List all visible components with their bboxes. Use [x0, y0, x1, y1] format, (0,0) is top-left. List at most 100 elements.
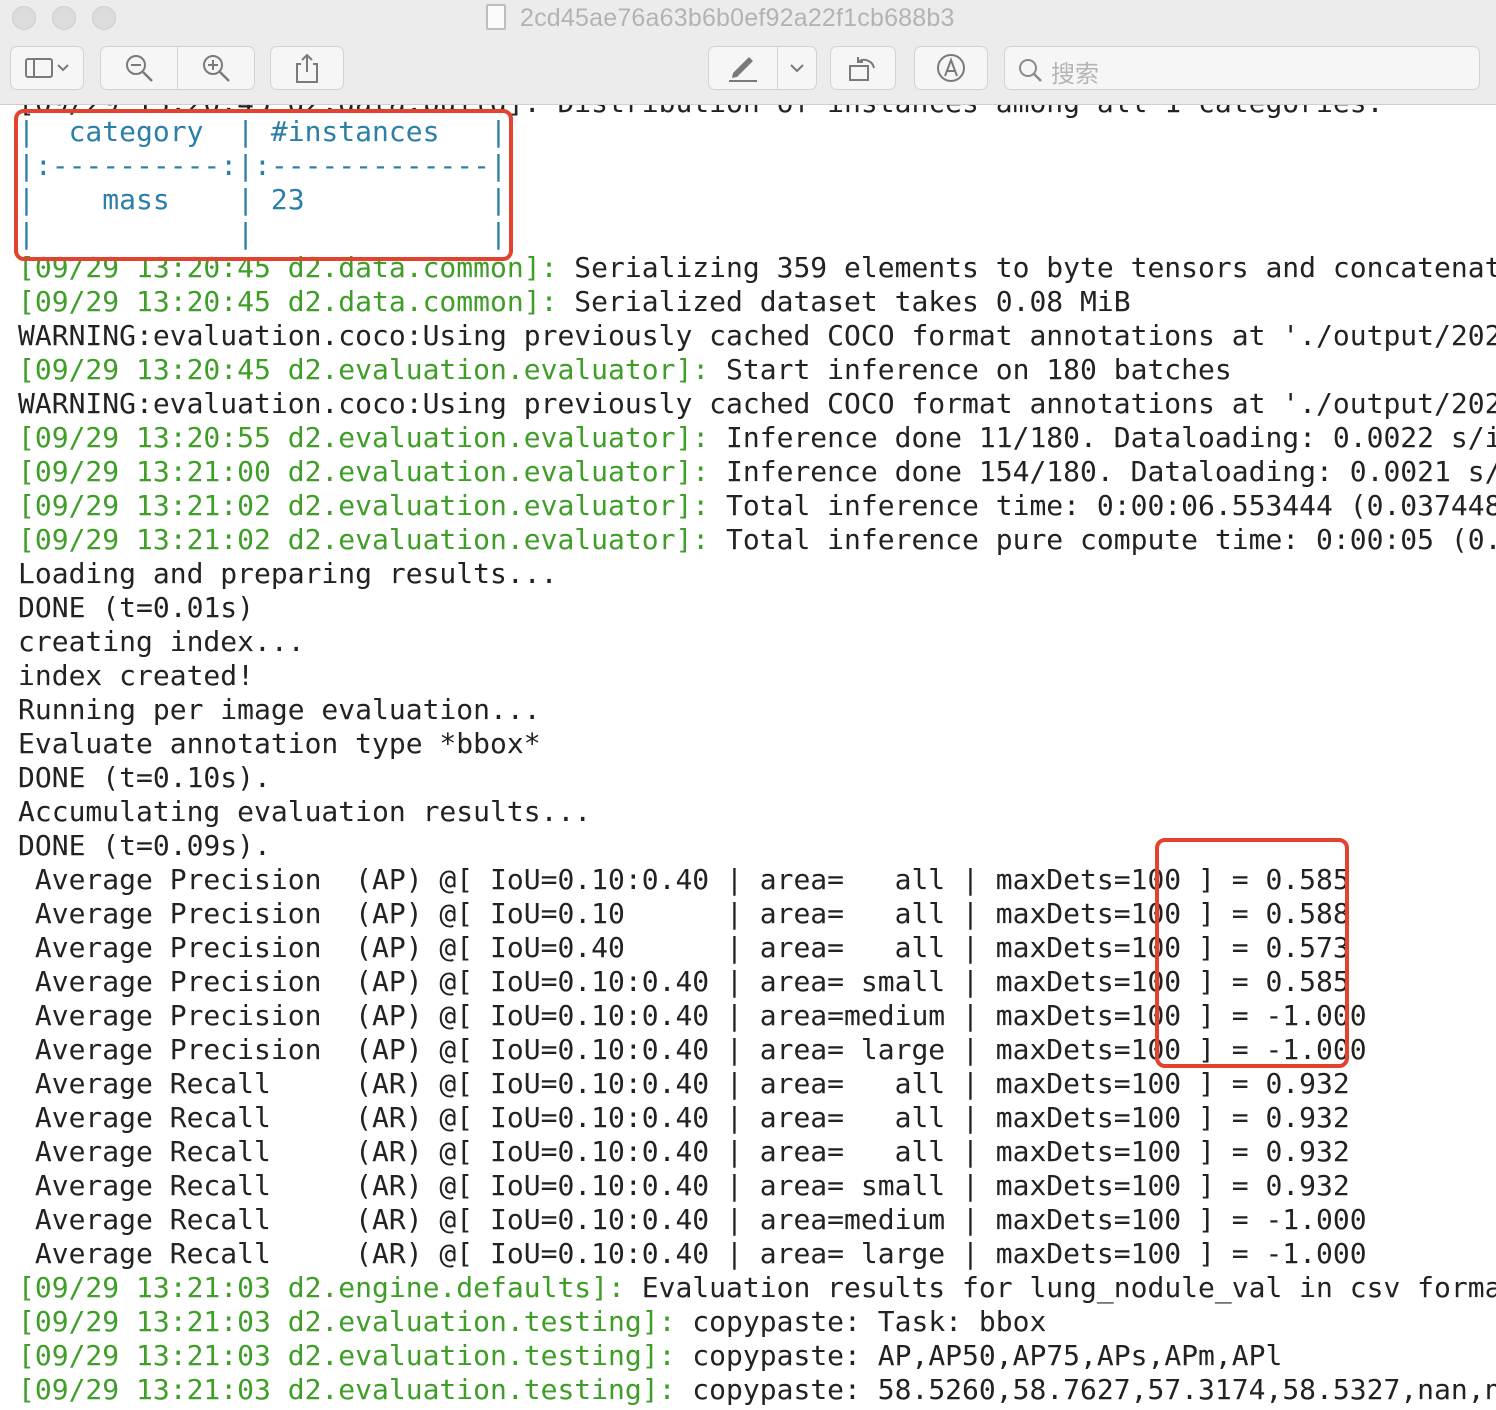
log-text: index created! — [18, 659, 255, 692]
log-text: Average Precision (AP) @[ IoU=0.10 | are… — [18, 897, 1350, 930]
log-text: copypaste: Task: bbox — [675, 1305, 1047, 1338]
log-line: [09/29 13:21:03 d2.evaluation.testing]: … — [18, 1339, 1282, 1373]
zoom-window-button[interactable] — [92, 6, 116, 30]
search-field[interactable]: 搜索 — [1004, 46, 1480, 90]
log-prefix: [09/29 13:21:03 d2.evaluation.testing]: — [18, 1305, 676, 1338]
log-line: Accumulating evaluation results... — [18, 795, 591, 829]
log-text: Average Precision (AP) @[ IoU=0.10:0.40 … — [18, 965, 1350, 998]
close-window-button[interactable] — [12, 6, 36, 30]
log-text: Total inference time: 0:00:06.553444 (0.… — [709, 489, 1496, 522]
log-line: Loading and preparing results... — [18, 557, 557, 591]
terminal-output: [09/29 13:20:45 d2.data.build]: Distribu… — [0, 105, 1496, 1410]
log-text: Total inference pure compute time: 0:00:… — [726, 523, 1496, 556]
log-text: Inference done 154/180. Dataloading: 0.0… — [726, 455, 1496, 488]
log-line: Average Recall (AR) @[ IoU=0.10:0.40 | a… — [18, 1067, 1350, 1101]
log-line: [09/29 13:20:45 d2.evaluation.evaluator]… — [18, 353, 1232, 387]
log-prefix: [09/29 13:21:02 d2.evaluation.evaluator]… — [18, 489, 710, 522]
log-line: [09/29 13:21:03 d2.engine.defaults]: Eva… — [18, 1271, 1496, 1305]
log-text: Average Precision (AP) @[ IoU=0.40 | are… — [18, 931, 1350, 964]
annotate-button[interactable] — [914, 46, 988, 90]
log-line: Average Precision (AP) @[ IoU=0.10 | are… — [18, 897, 1350, 931]
category-table-highlight — [14, 109, 513, 261]
ap-values-highlight — [1155, 838, 1349, 1068]
log-prefix: [09/29 13:21:03 d2.evaluation.testing]: — [18, 1339, 676, 1372]
rotate-button[interactable] — [830, 46, 896, 90]
log-text: DONE (t=0.10s). — [18, 761, 271, 794]
log-text: DONE (t=0.01s) — [18, 591, 255, 624]
log-line: [09/29 13:21:02 d2.evaluation.evaluator]… — [18, 523, 1496, 557]
rotate-icon — [846, 52, 880, 84]
log-line: WARNING:evaluation.coco:Using previously… — [18, 387, 1496, 421]
log-line: [09/29 13:21:03 d2.evaluation.testing]: … — [18, 1373, 1496, 1407]
log-text: copypaste: 58.5260,58.7627,57.3174,58.53… — [675, 1373, 1496, 1406]
log-line: [09/29 13:21:03 d2.evaluation.testing]: … — [18, 1305, 1046, 1339]
markup-menu-button[interactable] — [777, 46, 817, 90]
log-line: Average Precision (AP) @[ IoU=0.40 | are… — [18, 931, 1350, 965]
log-line: Average Recall (AR) @[ IoU=0.10:0.40 | a… — [18, 1237, 1367, 1271]
log-text: WARNING:evaluation.coco:Using previously… — [18, 387, 1496, 420]
log-prefix: [09/29 13:21:02 d2.evaluation.evaluator]… — [18, 523, 710, 556]
sidebar-toggle-button[interactable] — [10, 46, 84, 90]
log-text: Serializing 359 elements to byte tensors… — [574, 251, 1496, 284]
markup-pen-button[interactable] — [708, 46, 778, 90]
log-line: [09/29 13:21:02 d2.evaluation.evaluator]… — [18, 489, 1496, 523]
window-title: 2cd45ae76a63b6b0ef92a22f1cb688b3 — [520, 4, 955, 32]
share-button[interactable] — [270, 46, 344, 90]
log-prefix: [09/29 13:21:03 d2.engine.defaults]: — [18, 1271, 625, 1304]
zoom-out-button[interactable] — [100, 46, 178, 90]
log-line: Average Precision (AP) @[ IoU=0.10:0.40 … — [18, 965, 1350, 999]
log-text: Inference done 11/180. Dataloading: 0.00… — [709, 421, 1496, 454]
log-text: Average Recall (AR) @[ IoU=0.10:0.40 | a… — [18, 1203, 1367, 1236]
log-text: Average Recall (AR) @[ IoU=0.10:0.40 | a… — [18, 1135, 1350, 1168]
log-text: DONE (t=0.09s). — [18, 829, 271, 862]
log-prefix: [09/29 13:21:03 d2.evaluation.testing]: — [18, 1373, 676, 1406]
log-text: Evaluate annotation type *bbox* — [18, 727, 541, 760]
log-line: Average Precision (AP) @[ IoU=0.10:0.40 … — [18, 863, 1350, 897]
log-text: WARNING:evaluation.coco:Using previously… — [18, 319, 1496, 352]
log-text: Average Recall (AR) @[ IoU=0.10:0.40 | a… — [18, 1237, 1367, 1270]
log-text: copypaste: AP,AP50,AP75,APs,APm,APl — [675, 1339, 1283, 1372]
log-line: DONE (t=0.09s). — [18, 829, 271, 863]
log-text: Evaluation results for lung_nodule_val i… — [624, 1271, 1496, 1304]
chevron-down-icon — [789, 62, 805, 74]
log-prefix: [09/29 13:20:45 d2.data.common]: — [18, 285, 558, 318]
log-line: Running per image evaluation... — [18, 693, 541, 727]
minimize-window-button[interactable] — [52, 6, 76, 30]
log-line: Average Recall (AR) @[ IoU=0.10:0.40 | a… — [18, 1101, 1350, 1135]
zoom-in-button[interactable] — [177, 46, 255, 90]
log-line: DONE (t=0.10s). — [18, 761, 271, 795]
log-prefix: [09/29 13:20:55 d2.evaluation.evaluator]… — [18, 421, 710, 454]
log-line: index created! — [18, 659, 254, 693]
window-titlebar: 2cd45ae76a63b6b0ef92a22f1cb688b3 搜索 — [0, 0, 1496, 105]
pen-icon — [725, 53, 761, 83]
log-text: Average Recall (AR) @[ IoU=0.10:0.40 | a… — [18, 1169, 1350, 1202]
log-prefix: [09/29 13:20:45 d2.evaluation.evaluator]… — [18, 353, 710, 386]
zoom-out-icon — [123, 52, 155, 84]
sidebar-icon — [24, 56, 70, 80]
log-line: Evaluate annotation type *bbox* — [18, 727, 541, 761]
log-text: Accumulating evaluation results... — [18, 795, 592, 828]
log-text: Running per image evaluation... — [18, 693, 541, 726]
zoom-in-icon — [200, 52, 232, 84]
log-line: WARNING:evaluation.coco:Using previously… — [18, 319, 1496, 353]
log-prefix: [09/29 13:21:00 d2.evaluation.evaluator]… — [18, 455, 710, 488]
share-icon — [293, 52, 321, 84]
search-placeholder: 搜索 — [1051, 61, 1099, 88]
log-line: Average Recall (AR) @[ IoU=0.10:0.40 | a… — [18, 1169, 1350, 1203]
log-text: creating index... — [18, 625, 305, 658]
log-line: [09/29 13:20:55 d2.evaluation.evaluator]… — [18, 421, 1496, 455]
log-text: Loading and preparing results... — [18, 557, 558, 590]
log-line: [09/29 13:20:45 d2.data.common]: Seriali… — [18, 285, 1131, 319]
log-text: Serialized dataset takes 0.08 MiB — [557, 285, 1131, 318]
log-text: Average Recall (AR) @[ IoU=0.10:0.40 | a… — [18, 1101, 1350, 1134]
log-line: Average Recall (AR) @[ IoU=0.10:0.40 | a… — [18, 1203, 1367, 1237]
log-line: Average Recall (AR) @[ IoU=0.10:0.40 | a… — [18, 1135, 1350, 1169]
log-text: Average Precision (AP) @[ IoU=0.10:0.40 … — [18, 863, 1350, 896]
log-line: creating index... — [18, 625, 305, 659]
document-icon — [486, 4, 506, 30]
log-text: Average Recall (AR) @[ IoU=0.10:0.40 | a… — [18, 1067, 1350, 1100]
log-text: Start inference on 180 batches — [709, 353, 1232, 386]
log-line: [09/29 13:21:00 d2.evaluation.evaluator]… — [18, 455, 1496, 489]
log-line: DONE (t=0.01s) — [18, 591, 254, 625]
markup-circle-icon — [935, 52, 967, 84]
